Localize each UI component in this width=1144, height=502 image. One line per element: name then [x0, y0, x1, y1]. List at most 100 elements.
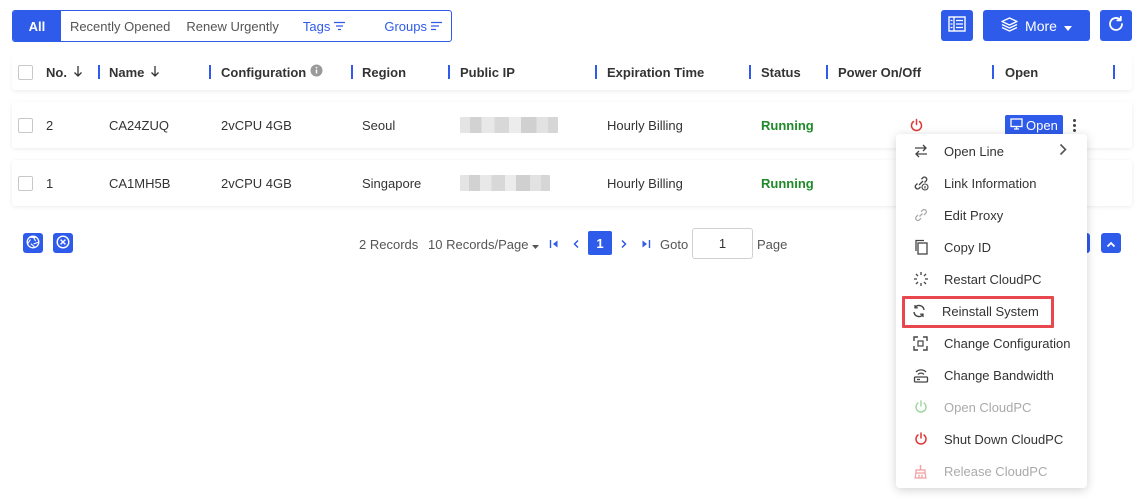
filter-tab-tags[interactable]: Tags	[295, 11, 354, 41]
resize-icon	[912, 335, 929, 352]
cell-expiration: Hourly Billing	[607, 175, 683, 191]
aperture-icon	[26, 235, 40, 252]
router-icon	[912, 367, 929, 384]
menu-item-label: Release CloudPC	[944, 463, 1048, 479]
header-public-ip: Public IP	[460, 64, 515, 80]
loading-spinner-icon	[912, 271, 929, 288]
last-page-icon[interactable]	[641, 229, 651, 259]
filter-tabs: All Recently Opened Renew Urgently Tags …	[12, 10, 452, 42]
menu-item-label: Change Configuration	[944, 335, 1071, 351]
header-name[interactable]: Name	[109, 54, 160, 90]
header-region: Region	[362, 64, 407, 80]
menu-item-label: Change Bandwidth	[944, 367, 1054, 383]
cell-name: CA1MH5B	[109, 175, 171, 191]
header-status: Status	[761, 64, 801, 80]
goto-page-input[interactable]	[692, 228, 753, 259]
cancel-button[interactable]	[53, 233, 73, 253]
goto-label: Goto	[660, 236, 689, 252]
filter-tab-groups[interactable]: Groups	[376, 11, 451, 41]
caret-down-icon	[532, 237, 540, 252]
column-separator	[209, 65, 211, 79]
select-all-checkbox[interactable]	[18, 54, 33, 90]
open-button[interactable]: Open	[1005, 115, 1063, 135]
header-no-label: No.	[46, 64, 67, 80]
cell-configuration: 2vCPU 4GB	[221, 117, 292, 133]
menu-item-open-line[interactable]: Open Line	[896, 135, 1087, 167]
caret-down-icon	[1063, 18, 1072, 34]
page-size-select[interactable]: 10 Records/Page	[428, 229, 540, 259]
aperture-button[interactable]	[23, 233, 43, 253]
row-checkbox[interactable]	[18, 160, 33, 206]
page-size-label: 10 Records/Page	[428, 236, 529, 252]
filter-tab-tags-label: Tags	[302, 18, 331, 34]
layout-toggle-button[interactable]	[941, 10, 973, 41]
column-separator	[826, 65, 828, 79]
header-expiration-time: Expiration Time	[607, 64, 705, 80]
prev-page-icon[interactable]	[572, 229, 580, 259]
cell-no: 2	[46, 117, 54, 133]
open-button-label: Open	[1026, 117, 1058, 133]
menu-item-label: Edit Proxy	[944, 207, 1004, 223]
filter-lines-icon	[333, 21, 346, 31]
cell-status: Running	[761, 117, 814, 133]
filter-tab-groups-label: Groups	[384, 18, 427, 34]
column-separator	[98, 65, 100, 79]
cell-public-ip	[460, 160, 550, 206]
records-count: 2 Records	[359, 236, 419, 252]
cell-configuration: 2vCPU 4GB	[221, 175, 292, 191]
filter-tab-recently-opened[interactable]: Recently Opened	[62, 11, 178, 41]
menu-item-label: Shut Down CloudPC	[944, 431, 1064, 447]
next-page-icon[interactable]	[620, 229, 628, 259]
more-button[interactable]: More	[983, 10, 1090, 41]
menu-item-edit-proxy[interactable]: Edit Proxy	[896, 199, 1087, 231]
filter-tab-all[interactable]: All	[13, 11, 61, 41]
menu-item-reinstall-system[interactable]: Reinstall System	[896, 295, 1087, 327]
layers-icon	[1001, 16, 1018, 35]
header-open: Open	[1005, 64, 1039, 80]
more-button-label: More	[1025, 17, 1057, 34]
column-separator	[351, 65, 353, 79]
column-separator	[448, 65, 450, 79]
page-label: Page	[757, 236, 788, 252]
menu-item-copy-id[interactable]: Copy ID	[896, 231, 1087, 263]
menu-item-release-cloudpc[interactable]: Release CloudPC	[896, 455, 1087, 487]
row-checkbox[interactable]	[18, 102, 33, 148]
list-layout-icon	[948, 16, 966, 35]
scroll-top-button[interactable]	[1101, 233, 1121, 253]
broom-icon	[912, 463, 929, 480]
menu-item-restart-cloudpc[interactable]: Restart CloudPC	[896, 263, 1087, 295]
filter-tab-renew-urgently[interactable]: Renew Urgently	[178, 11, 287, 41]
menu-item-label: Copy ID	[944, 239, 991, 255]
menu-item-open-cloudpc[interactable]: Open CloudPC	[896, 391, 1087, 423]
cell-public-ip	[460, 102, 558, 148]
menu-item-link-information[interactable]: Link Information	[896, 167, 1087, 199]
header-configuration-label: Configuration	[221, 64, 307, 80]
info-icon[interactable]	[310, 64, 323, 80]
more-vertical-icon[interactable]	[1072, 118, 1076, 132]
menu-item-shut-down-cloudpc[interactable]: Shut Down CloudPC	[896, 423, 1087, 455]
chain-link-icon	[912, 207, 929, 224]
row-actions-menu: Open Line Link Information Edit Proxy Co…	[896, 134, 1087, 488]
current-page-button[interactable]: 1	[588, 231, 612, 255]
sort-down-arrow-icon	[73, 65, 83, 80]
cell-status: Running	[761, 175, 814, 191]
column-separator	[595, 65, 597, 79]
column-separator	[1113, 65, 1115, 79]
first-page-icon[interactable]	[549, 229, 559, 259]
chevron-right-icon	[1059, 143, 1067, 159]
menu-item-label: Reinstall System	[942, 303, 1039, 319]
refresh-button[interactable]	[1100, 10, 1132, 41]
column-separator	[749, 65, 751, 79]
table-header: No. Name Configuration Region Public IP …	[12, 54, 1132, 90]
monitor-icon	[1010, 117, 1023, 133]
close-circle-icon	[56, 234, 70, 252]
menu-item-change-bandwidth[interactable]: Change Bandwidth	[896, 359, 1087, 391]
chevron-up-icon	[1106, 236, 1116, 251]
copy-icon	[912, 239, 929, 256]
refresh-icon	[1107, 15, 1125, 36]
menu-item-change-configuration[interactable]: Change Configuration	[896, 327, 1087, 359]
reinstall-icon	[910, 303, 927, 320]
blurred-ip	[460, 175, 550, 191]
menu-item-label: Open CloudPC	[944, 399, 1032, 415]
header-no[interactable]: No.	[46, 54, 83, 90]
